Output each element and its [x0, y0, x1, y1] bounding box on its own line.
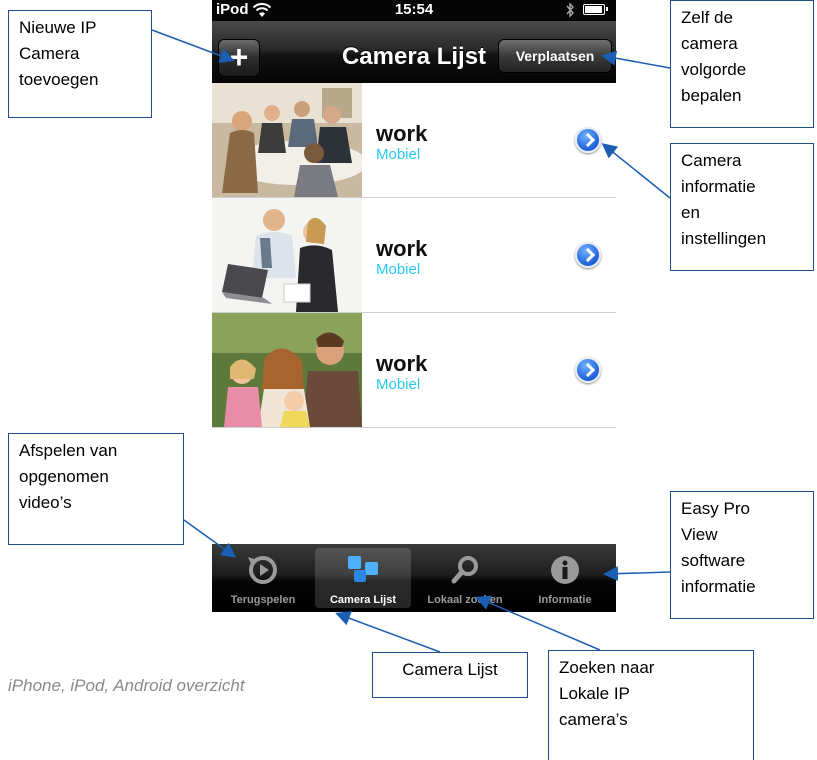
callout-camera-info: Camera informatie en instellingen — [670, 143, 814, 271]
arrow-camera-info — [601, 143, 671, 199]
callout-add-camera: Nieuwe IP Camera toevoegen — [8, 10, 152, 118]
callout-playback: Afspelen van opgenomen video’s — [8, 433, 184, 545]
arrow-software-info — [603, 566, 671, 582]
arrow-reorder — [601, 50, 671, 69]
arrow-add-camera — [151, 29, 235, 63]
callout-reorder: Zelf de camera volgorde bepalen — [670, 0, 814, 128]
arrow-local-search — [475, 595, 601, 651]
callout-text: Camera informatie en instellingen — [681, 151, 767, 248]
callout-camera-list: Camera Lijst — [372, 652, 528, 698]
arrow-playback — [183, 519, 237, 558]
callout-software-info: Easy Pro View software informatie — [670, 491, 814, 619]
callout-text: Camera Lijst — [402, 660, 498, 679]
callout-text: Afspelen van opgenomen video’s — [19, 441, 118, 512]
arrow-camera-list — [335, 611, 441, 653]
page-caption: iPhone, iPod, Android overzicht — [8, 676, 245, 695]
callout-text: Zelf de camera volgorde bepalen — [681, 8, 747, 105]
callout-text: Zoeken naar Lokale IP camera’s — [559, 658, 655, 729]
callout-text: Nieuwe IP Camera toevoegen — [19, 18, 99, 89]
callout-text: Easy Pro View software informatie — [681, 499, 756, 596]
callout-local-search: Zoeken naar Lokale IP camera’s — [548, 650, 754, 760]
